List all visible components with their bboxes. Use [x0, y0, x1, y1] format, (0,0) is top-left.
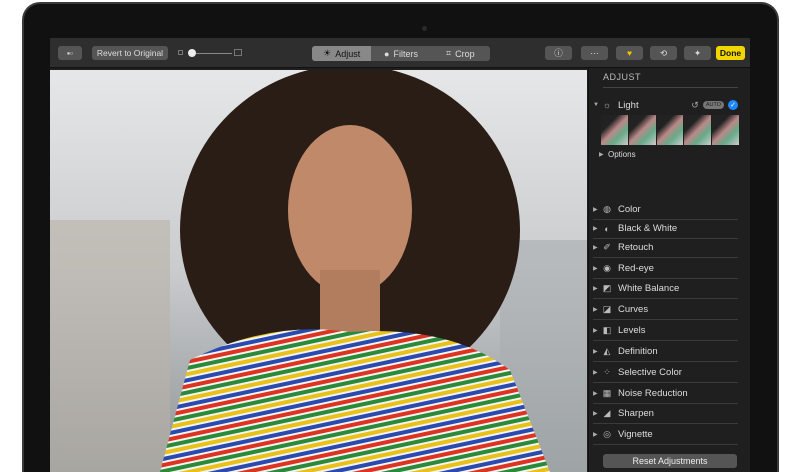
- disclosure-closed-icon: ▶: [593, 225, 602, 232]
- info-icon: ⓘ: [554, 47, 563, 59]
- selective-color-icon: ⁘: [602, 368, 612, 378]
- more-button[interactable]: ⋯: [581, 46, 608, 60]
- disclosure-closed-icon: ▶: [593, 244, 602, 251]
- adjust-item-label: Definition: [618, 346, 658, 357]
- disclosure-closed-icon: ▶: [593, 206, 602, 213]
- reset-adjustments-button[interactable]: Reset Adjustments: [603, 454, 737, 468]
- adjust-sidebar: ADJUST ▼ ☼ Light ↺ AUTO ✓ ▶Options ▶◍Col…: [588, 68, 750, 472]
- auto-button[interactable]: AUTO: [703, 101, 724, 109]
- ellipsis-icon: ⋯: [590, 48, 599, 59]
- adjust-item-color[interactable]: ▶◍ Color: [593, 200, 738, 220]
- adjust-item-black-white[interactable]: ▶◐ Black & White: [593, 219, 738, 239]
- disclosure-closed-icon: ▶: [599, 151, 608, 158]
- adjust-item-label: Noise Reduction: [618, 388, 688, 399]
- noise-reduction-icon: ▦: [602, 389, 612, 399]
- disclosure-closed-icon: ▶: [593, 285, 602, 292]
- adjust-item-label: Levels: [618, 325, 645, 336]
- disclosure-closed-icon: ▶: [593, 265, 602, 272]
- info-button[interactable]: ⓘ: [545, 46, 572, 60]
- done-button[interactable]: Done: [716, 46, 745, 60]
- disclosure-closed-icon: ▶: [593, 369, 602, 376]
- adjust-item-curves[interactable]: ▶◪ Curves: [593, 300, 738, 320]
- camera: [422, 26, 427, 31]
- magic-wand-icon: ✦: [694, 48, 701, 59]
- options-toggle[interactable]: ▶Options: [599, 146, 738, 162]
- curves-icon: ◪: [602, 305, 612, 315]
- edit-mode-tabs: ☀Adjust ●Filters ⌗Crop: [312, 46, 490, 61]
- disclosure-closed-icon: ▶: [593, 410, 602, 417]
- sidebar-header: ADJUST: [603, 72, 641, 82]
- disclosure-closed-icon: ▶: [593, 327, 602, 334]
- adjust-item-label: Color: [618, 204, 641, 215]
- zoom-slider[interactable]: [178, 48, 242, 58]
- enhance-button[interactable]: ✦: [684, 46, 711, 60]
- adjust-item-levels[interactable]: ▶◧ Levels: [593, 321, 738, 341]
- toolbar: ▪▫ Revert to Original ☀Adjust ●Filters ⌗…: [50, 38, 750, 68]
- tab-filters[interactable]: ●Filters: [371, 46, 430, 61]
- color-icon: ◍: [602, 205, 612, 215]
- disclosure-open-icon: ▼: [593, 102, 602, 108]
- definition-icon: ◭: [602, 347, 612, 357]
- white-balance-icon: ◩: [602, 284, 612, 294]
- photos-editor: ▪▫ Revert to Original ☀Adjust ●Filters ⌗…: [50, 38, 750, 472]
- compare-button[interactable]: ▪▫: [58, 46, 82, 60]
- checkmark-icon[interactable]: ✓: [728, 100, 738, 110]
- adjust-item-label: Vignette: [618, 429, 653, 440]
- filters-icon: ●: [384, 49, 389, 59]
- tab-adjust[interactable]: ☀Adjust: [312, 46, 371, 61]
- light-section-header[interactable]: ▼ ☼ Light ↺ AUTO ✓: [593, 95, 738, 115]
- tab-crop[interactable]: ⌗Crop: [431, 46, 490, 61]
- adjust-item-label: Black & White: [618, 223, 677, 234]
- adjust-item-label: Retouch: [618, 242, 653, 253]
- adjust-item-label: Red-eye: [618, 263, 654, 274]
- red-eye-icon: ◉: [602, 264, 612, 274]
- adjust-item-retouch[interactable]: ▶✐ Retouch: [593, 238, 738, 258]
- disclosure-closed-icon: ▶: [593, 431, 602, 438]
- rotate-button[interactable]: ⟲: [650, 46, 677, 60]
- favorite-button[interactable]: ♥: [616, 46, 643, 60]
- adjust-item-definition[interactable]: ▶◭ Definition: [593, 342, 738, 362]
- adjust-item-sharpen[interactable]: ▶◢ Sharpen: [593, 404, 738, 424]
- adjust-item-label: Selective Color: [618, 367, 682, 378]
- light-thumbnail-strip[interactable]: [601, 115, 739, 145]
- adjust-item-vignette[interactable]: ▶◎ Vignette: [593, 425, 738, 445]
- adjust-item-label: Curves: [618, 304, 648, 315]
- adjust-item-white-balance[interactable]: ▶◩ White Balance: [593, 279, 738, 299]
- photo-canvas: [50, 70, 587, 472]
- rotate-icon: ⟲: [660, 48, 667, 59]
- adjust-item-red-eye[interactable]: ▶◉ Red-eye: [593, 259, 738, 279]
- sharpen-icon: ◢: [602, 409, 612, 419]
- adjust-item-label: Sharpen: [618, 408, 654, 419]
- adjust-icon: ☀: [323, 48, 331, 59]
- revert-button[interactable]: Revert to Original: [92, 46, 168, 60]
- divider: [603, 87, 738, 88]
- sun-icon: ☼: [602, 100, 612, 110]
- adjust-item-noise-reduction[interactable]: ▶▦ Noise Reduction: [593, 384, 738, 404]
- vignette-icon: ◎: [602, 430, 612, 440]
- disclosure-closed-icon: ▶: [593, 390, 602, 397]
- levels-icon: ◧: [602, 326, 612, 336]
- reset-icon[interactable]: ↺: [691, 100, 699, 111]
- adjust-item-selective-color[interactable]: ▶⁘ Selective Color: [593, 363, 738, 383]
- heart-icon: ♥: [627, 48, 632, 58]
- retouch-icon: ✐: [602, 243, 612, 253]
- disclosure-closed-icon: ▶: [593, 306, 602, 313]
- adjust-item-label: White Balance: [618, 283, 679, 294]
- black-white-icon: ◐: [602, 224, 612, 234]
- crop-icon: ⌗: [446, 48, 451, 59]
- disclosure-closed-icon: ▶: [593, 348, 602, 355]
